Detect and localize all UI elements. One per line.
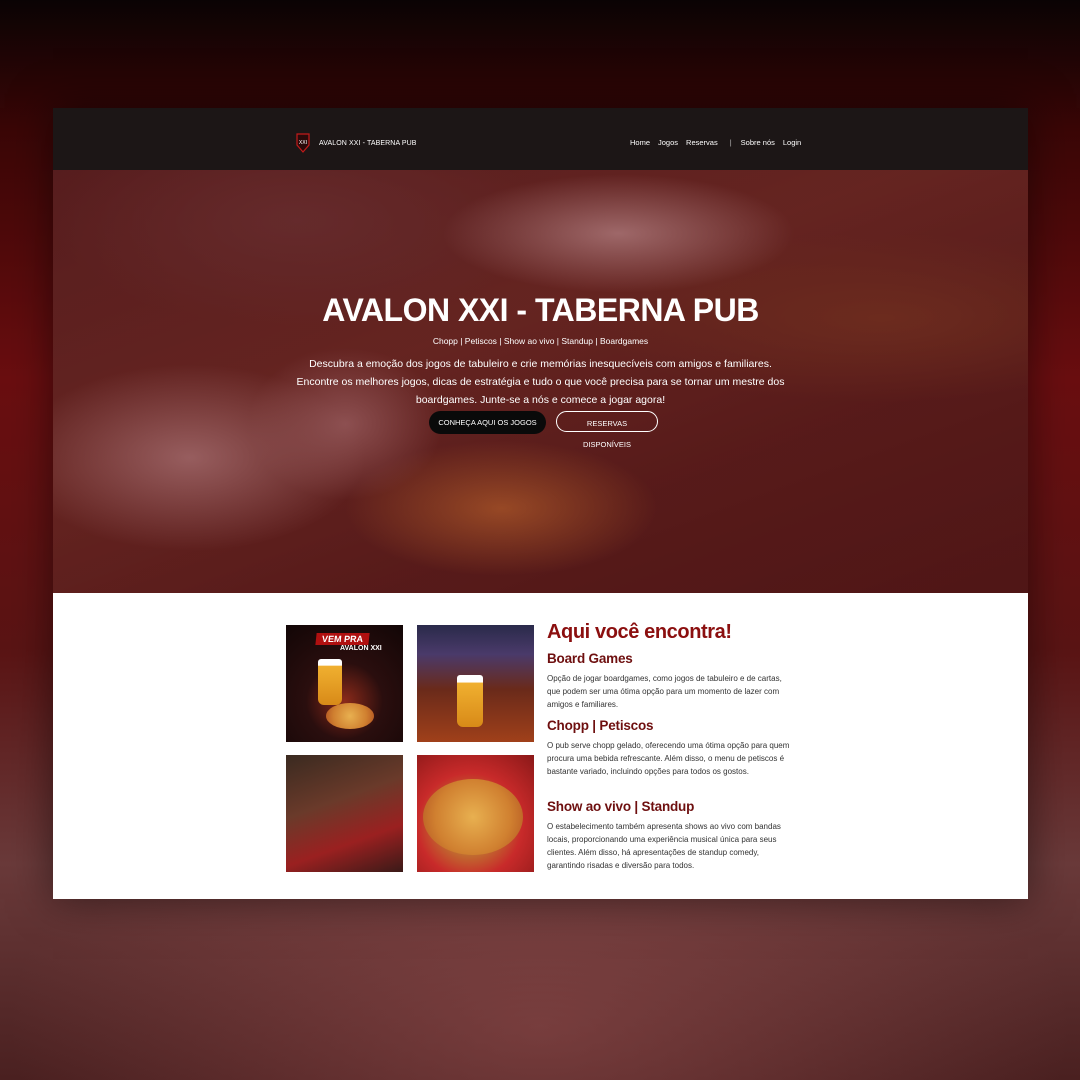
nav-divider: |: [729, 138, 732, 147]
nav-home-link[interactable]: Home: [630, 138, 650, 147]
nav-sobre-link[interactable]: Sobre nós: [741, 138, 775, 147]
top-navbar: XXI AVALON XXI - TABERNA PUB Home Jogos …: [53, 108, 1028, 170]
promo-photo: VEM PRA AVALON XXI: [286, 625, 403, 742]
hero-section: AVALON XXI - TABERNA PUB Chopp | Petisco…: [53, 170, 1028, 593]
feature-title-chopp: Chopp | Petiscos: [547, 718, 654, 733]
website-screenshot: XXI AVALON XXI - TABERNA PUB Home Jogos …: [53, 108, 1028, 899]
promo-badge: VEM PRA: [315, 633, 370, 645]
brand[interactable]: XXI AVALON XXI - TABERNA PUB: [296, 132, 417, 154]
people-playing-photo: [286, 755, 403, 872]
promo-brand: AVALON XXI: [340, 645, 382, 652]
feature-text-boardgames: Opção de jogar boardgames, como jogos de…: [547, 674, 782, 709]
beer-glass-image: [318, 659, 342, 705]
reservations-button[interactable]: RESERVAS DISPONÍVEIS: [556, 411, 658, 449]
hero-subtitle: Chopp | Petiscos | Show ao vivo | Standu…: [432, 336, 649, 346]
nav-jogos-link[interactable]: Jogos: [658, 138, 678, 147]
shield-logo-icon: XXI: [296, 132, 310, 154]
pizza-photo: [417, 755, 534, 872]
feature-text-show: O estabelecimento também apresenta shows…: [547, 822, 781, 870]
nav-login-link[interactable]: Login: [783, 138, 801, 147]
features-heading: Aqui você encontra!: [547, 621, 732, 643]
bar-shelf-photo: [417, 625, 534, 742]
feature-title-boardgames: Board Games: [547, 651, 633, 666]
feature-title-show: Show ao vivo | Standup: [547, 799, 695, 814]
nav-reservas-link[interactable]: Reservas: [686, 138, 718, 147]
features-section: VEM PRA AVALON XXI Aqui você encontra! B…: [53, 593, 1028, 899]
beer-glass-image: [457, 675, 483, 727]
pizza-image: [326, 703, 374, 729]
nav-links: Home Jogos Reservas | Sobre nós Login: [630, 138, 809, 147]
pizza-image: [423, 779, 523, 855]
hero-buttons: CONHEÇA AQUI OS JOGOS RESERVAS DISPONÍVE…: [53, 411, 1028, 449]
hero-title: AVALON XXI - TABERNA PUB: [322, 292, 759, 328]
svg-text:XXI: XXI: [299, 140, 307, 146]
feature-text-chopp: O pub serve chopp gelado, oferecendo uma…: [547, 741, 790, 776]
games-button[interactable]: CONHEÇA AQUI OS JOGOS: [429, 411, 546, 434]
hero-description: Descubra a emoção dos jogos de tabuleiro…: [296, 358, 785, 406]
brand-name: AVALON XXI - TABERNA PUB: [319, 139, 417, 147]
